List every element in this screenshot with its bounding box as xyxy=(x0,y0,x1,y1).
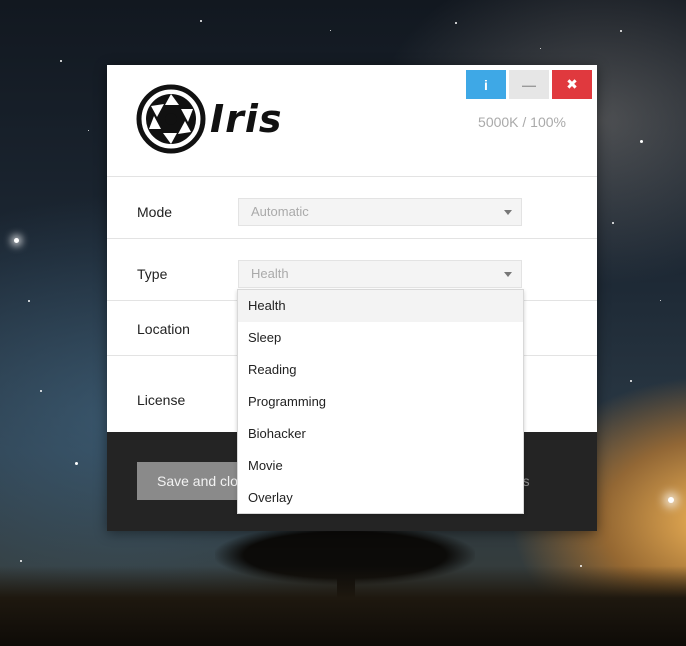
grass-ground xyxy=(0,566,686,646)
mode-label: Mode xyxy=(137,204,173,220)
license-label: License xyxy=(137,392,186,408)
chevron-down-icon xyxy=(504,210,512,215)
type-label: Type xyxy=(137,266,168,282)
minimize-icon: — xyxy=(522,76,536,93)
info-button[interactable]: i xyxy=(466,70,506,99)
close-icon: ✖ xyxy=(566,76,578,92)
color-temp-status: 5000K / 100% xyxy=(478,114,566,130)
mode-row: Mode Automatic xyxy=(107,177,597,239)
dropdown-option-movie[interactable]: Movie xyxy=(238,450,523,482)
dropdown-option-overlay[interactable]: Overlay xyxy=(238,482,523,514)
dropdown-option-sleep[interactable]: Sleep xyxy=(238,322,523,354)
minimize-button[interactable]: — xyxy=(509,70,549,99)
window-controls: i — ✖ xyxy=(466,70,592,99)
location-label: Location xyxy=(137,321,190,337)
dropdown-option-programming[interactable]: Programming xyxy=(238,386,523,418)
dropdown-option-health[interactable]: Health xyxy=(238,290,523,322)
type-value: Health xyxy=(251,266,289,281)
type-dropdown-list: Health Sleep Reading Programming Biohack… xyxy=(237,289,524,514)
chevron-down-icon xyxy=(504,272,512,277)
dropdown-option-biohacker[interactable]: Biohacker xyxy=(238,418,523,450)
dropdown-option-reading[interactable]: Reading xyxy=(238,354,523,386)
aperture-logo-icon xyxy=(136,84,206,154)
app-logo: Iris xyxy=(136,84,283,154)
type-select[interactable]: Health xyxy=(238,260,522,288)
mode-select[interactable]: Automatic xyxy=(238,198,522,226)
info-icon: i xyxy=(484,76,488,93)
window-header: Iris 5000K / 100% i — ✖ xyxy=(107,65,597,177)
mode-value: Automatic xyxy=(251,204,309,219)
app-name: Iris xyxy=(210,97,283,141)
close-button[interactable]: ✖ xyxy=(552,70,592,99)
